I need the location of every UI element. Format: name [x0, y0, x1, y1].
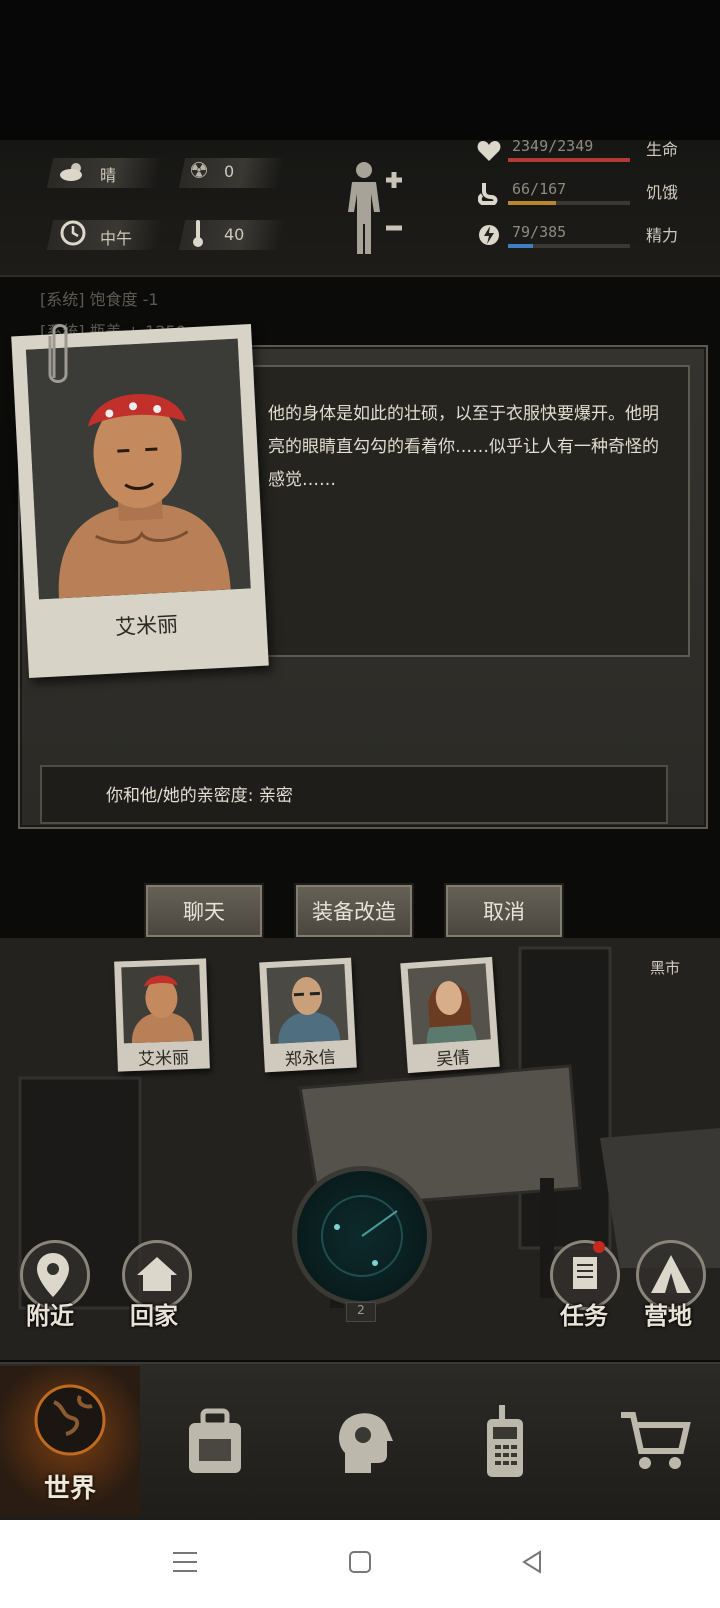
radiation-text: 0	[224, 162, 235, 181]
npc-card[interactable]: 吴倩	[400, 956, 500, 1074]
temperature-text: 40	[224, 225, 245, 244]
npc-portrait	[121, 964, 202, 1044]
skills-tab[interactable]	[300, 1366, 430, 1516]
paperclip-icon	[48, 324, 68, 383]
home-label: 回家	[130, 1302, 178, 1330]
weather-text: 晴	[100, 166, 117, 185]
stamina-value: 79/385	[512, 223, 567, 241]
npc-name: 吴倩	[435, 1047, 471, 1071]
tasks-label: 任务	[560, 1302, 608, 1330]
npc-portrait	[266, 964, 349, 1045]
globe-icon	[34, 1384, 106, 1456]
home-square-icon[interactable]	[348, 1550, 372, 1578]
shopping-cart-icon	[621, 1412, 691, 1469]
stomach-icon	[474, 178, 504, 208]
thermometer-icon	[186, 218, 210, 248]
npc-card[interactable]: 郑永信	[259, 957, 357, 1073]
world-tab[interactable]: 世界	[0, 1366, 140, 1516]
radar-level: 2	[346, 1302, 376, 1322]
menu-icon[interactable]	[172, 1550, 198, 1578]
clock-icon	[58, 218, 88, 248]
status-panel: 晴 ☢ 0 中午 40 2349/2349 生命 66/167 饥饿 79/38…	[0, 137, 720, 277]
intimacy-text: 你和他/她的亲密度: 亲密	[106, 786, 293, 806]
npc-card[interactable]: 艾米丽	[114, 958, 210, 1072]
radar-icon	[321, 1195, 403, 1277]
body-status-button[interactable]	[340, 158, 420, 258]
hunger-label: 饥饿	[646, 183, 679, 202]
log-line: [系统] 饱食度 -1	[40, 290, 159, 309]
radiation-icon: ☢	[189, 158, 209, 184]
body-figure-icon	[348, 162, 402, 254]
health-label: 生命	[646, 140, 679, 159]
black-market-label[interactable]: 黑市	[650, 957, 680, 978]
chat-button[interactable]: 聊天	[144, 883, 264, 939]
lightning-icon	[474, 220, 504, 250]
character-name: 艾米丽	[114, 612, 179, 640]
time-text: 中午	[100, 229, 133, 248]
cloud-sun-icon	[58, 156, 88, 186]
hunger-bar	[508, 201, 630, 205]
radar-button[interactable]	[292, 1166, 432, 1306]
equipment-modify-button[interactable]: 装备改造	[294, 883, 414, 939]
heart-icon	[474, 136, 504, 166]
inventory-tab[interactable]	[150, 1366, 280, 1516]
nearby-label: 附近	[26, 1302, 74, 1330]
backpack-icon	[189, 1408, 241, 1473]
npc-name: 艾米丽	[137, 1048, 190, 1070]
top-bar	[0, 0, 720, 140]
health-value: 2349/2349	[512, 137, 594, 155]
stamina-label: 精力	[646, 226, 679, 245]
head-gear-icon	[339, 1413, 393, 1473]
notification-dot	[593, 1241, 605, 1253]
back-triangle-icon[interactable]	[520, 1550, 544, 1578]
world-label: 世界	[43, 1474, 96, 1504]
character-description: 他的身体是如此的壮硕，以至于衣服快要爆开。他明亮的眼睛直勾勾的看着你……似乎让人…	[268, 404, 659, 490]
stamina-bar	[508, 244, 630, 248]
npc-name: 郑永信	[284, 1047, 337, 1071]
walkie-talkie-icon	[487, 1405, 523, 1477]
hunger-value: 66/167	[512, 180, 567, 198]
npc-portrait	[407, 963, 491, 1045]
shop-tab[interactable]	[590, 1366, 720, 1516]
health-bar	[508, 158, 630, 162]
radio-tab[interactable]	[440, 1366, 570, 1516]
system-nav-bar	[0, 1520, 720, 1608]
cancel-button[interactable]: 取消	[444, 883, 564, 939]
camp-label: 营地	[644, 1302, 692, 1330]
